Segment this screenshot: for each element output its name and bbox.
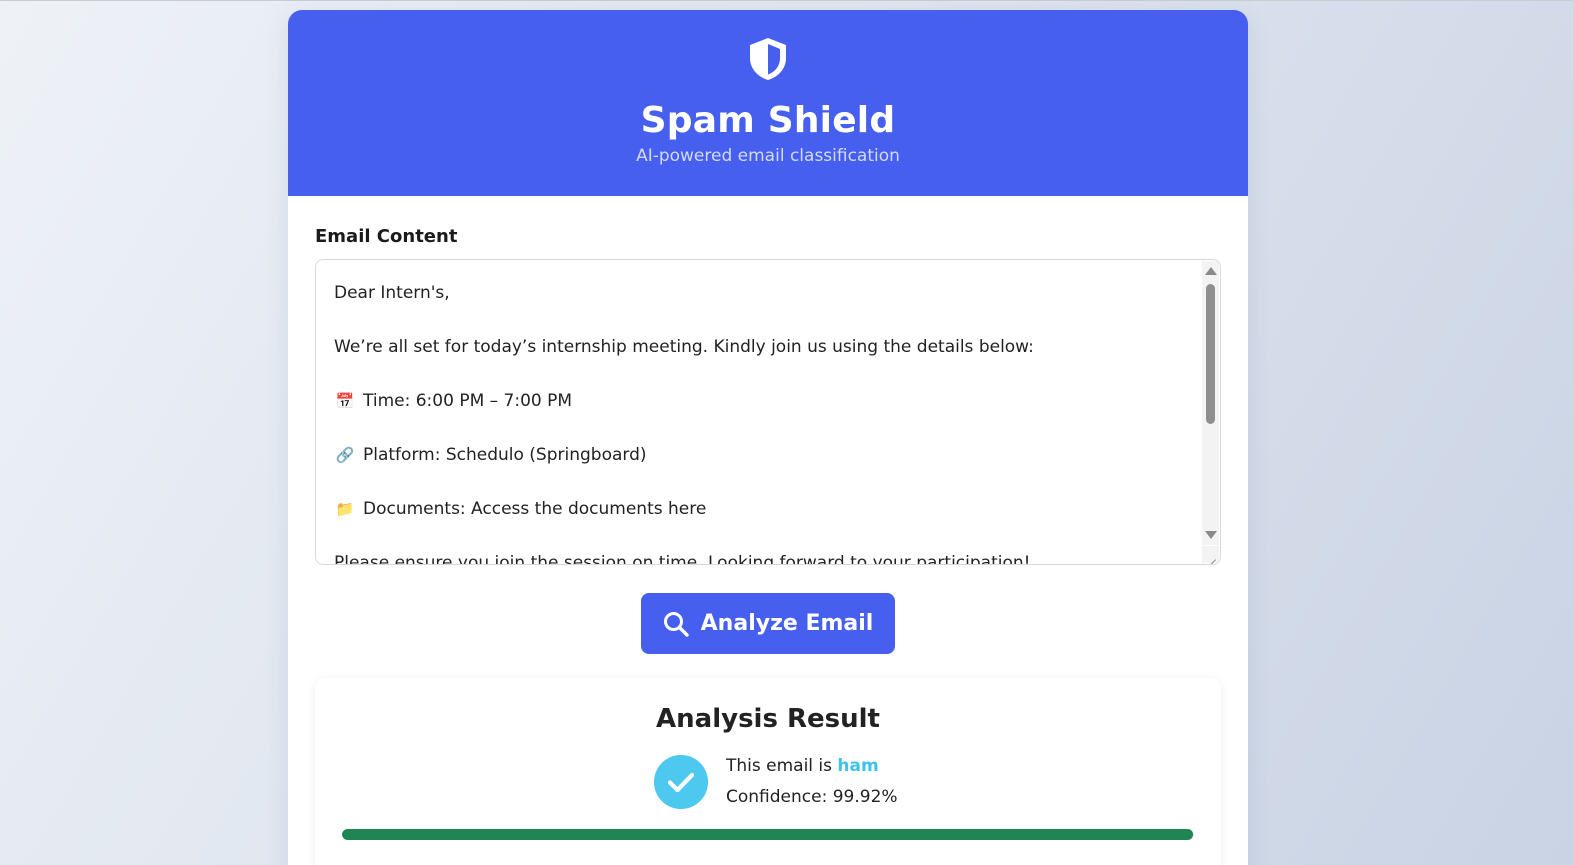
resize-handle-icon[interactable] — [1202, 546, 1219, 563]
email-text-line: 📅 Time: 6:00 PM – 7:00 PM — [334, 388, 1190, 415]
confidence-text: Confidence: 99.92% — [726, 787, 898, 807]
email-line-text: We’re all set for today’s internship mee… — [334, 337, 1034, 357]
scroll-up-arrow-icon[interactable] — [1205, 267, 1217, 275]
email-line-text: Documents: Access the documents here — [363, 499, 707, 519]
email-text-line: 📁 Documents: Access the documents here — [334, 496, 1190, 523]
analyze-button-label: Analyze Email — [700, 611, 874, 636]
shield-icon — [750, 38, 786, 80]
email-line-text: Dear Intern's, — [334, 283, 450, 303]
email-text-line — [334, 307, 1190, 334]
email-text-line — [334, 523, 1190, 550]
app-header: Spam Shield AI-powered email classificat… — [288, 10, 1248, 196]
email-text-line — [334, 361, 1190, 388]
analysis-result-card: Analysis Result This email is ham Confid… — [315, 678, 1221, 865]
email-line-emoji-icon: 🔗 — [335, 446, 355, 464]
email-content-textarea[interactable]: Dear Intern's, We’re all set for today’s … — [315, 259, 1221, 565]
email-line-text: Please ensure you join the session on ti… — [334, 553, 1031, 565]
main-card: Spam Shield AI-powered email classificat… — [288, 10, 1248, 865]
scroll-down-arrow-icon[interactable] — [1205, 531, 1217, 539]
check-circle-icon — [654, 755, 708, 809]
analyze-email-button[interactable]: Analyze Email — [641, 593, 895, 654]
search-icon — [663, 611, 689, 637]
textarea-scrollbar[interactable] — [1202, 261, 1219, 545]
email-line-emoji-icon: 📁 — [335, 500, 355, 518]
email-line-text: Time: 6:00 PM – 7:00 PM — [363, 391, 573, 411]
email-text-line — [334, 469, 1190, 496]
verdict-text: This email is ham — [726, 756, 879, 776]
email-text-line: Please ensure you join the session on ti… — [334, 550, 1190, 565]
email-text[interactable]: Dear Intern's, We’re all set for today’s … — [334, 280, 1190, 565]
confidence-progress-bar — [342, 829, 1194, 840]
result-title: Analysis Result — [656, 704, 880, 734]
verdict-prefix: This email is — [726, 756, 838, 776]
email-text-line — [334, 415, 1190, 442]
app-subtitle: AI-powered email classification — [636, 146, 900, 166]
email-content-label: Email Content — [315, 226, 458, 247]
email-text-line: We’re all set for today’s internship mee… — [334, 334, 1190, 361]
email-text-line: Dear Intern's, — [334, 280, 1190, 307]
confidence-progress-fill — [342, 829, 1194, 840]
app-title: Spam Shield — [640, 100, 896, 141]
verdict-value: ham — [837, 756, 879, 776]
email-line-emoji-icon: 📅 — [335, 392, 355, 410]
email-line-text: Platform: Schedulo (Springboard) — [363, 445, 647, 465]
scroll-thumb[interactable] — [1206, 284, 1215, 424]
email-text-line: 🔗 Platform: Schedulo (Springboard) — [334, 442, 1190, 469]
